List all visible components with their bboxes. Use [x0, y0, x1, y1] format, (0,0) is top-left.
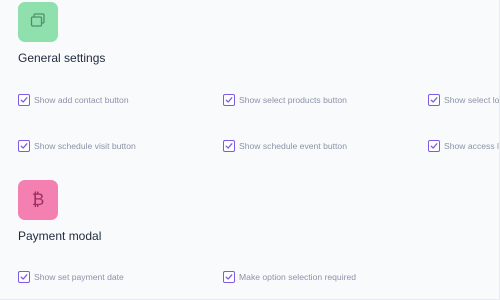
check-icon [225, 143, 233, 149]
check-icon [430, 143, 438, 149]
option-label: Make option selection required [239, 272, 357, 282]
checkbox[interactable] [428, 140, 440, 152]
general-settings-title: General settings [18, 51, 106, 65]
bitcoin-icon: ₿ [31, 189, 45, 210]
option-label: Show select lo [444, 95, 500, 105]
windows-stack-icon [29, 12, 47, 33]
option-show-select-products-button[interactable]: Show select products button [223, 93, 347, 107]
option-label: Show set payment date [34, 272, 124, 282]
checkbox[interactable] [223, 271, 235, 283]
option-label: Show add contact button [34, 95, 129, 105]
payment-modal-title: Payment modal [18, 229, 102, 243]
option-show-schedule-event-button[interactable]: Show schedule event button [223, 139, 347, 153]
option-label: Show access l [444, 141, 499, 151]
option-make-option-selection-required[interactable]: Make option selection required [223, 270, 356, 284]
option-show-access-l[interactable]: Show access l [428, 139, 499, 153]
check-icon [20, 143, 28, 149]
option-label: Show schedule visit button [34, 141, 136, 151]
settings-panel: General settings Show add contact button… [0, 0, 500, 300]
check-icon [20, 97, 28, 103]
check-icon [430, 97, 438, 103]
check-icon [225, 274, 233, 280]
option-label: Show schedule event button [239, 141, 347, 151]
checkbox[interactable] [428, 94, 440, 106]
checkbox[interactable] [18, 94, 30, 106]
check-icon [225, 97, 233, 103]
checkbox[interactable] [223, 140, 235, 152]
general-settings-tile [18, 2, 58, 42]
payment-modal-tile: ₿ [18, 180, 58, 220]
option-label: Show select products button [239, 95, 347, 105]
checkbox[interactable] [18, 271, 30, 283]
option-show-add-contact-button[interactable]: Show add contact button [18, 93, 129, 107]
option-show-set-payment-date[interactable]: Show set payment date [18, 270, 124, 284]
check-icon [20, 274, 28, 280]
checkbox[interactable] [18, 140, 30, 152]
option-show-schedule-visit-button[interactable]: Show schedule visit button [18, 139, 136, 153]
option-show-select-lo[interactable]: Show select lo [428, 93, 499, 107]
checkbox[interactable] [223, 94, 235, 106]
